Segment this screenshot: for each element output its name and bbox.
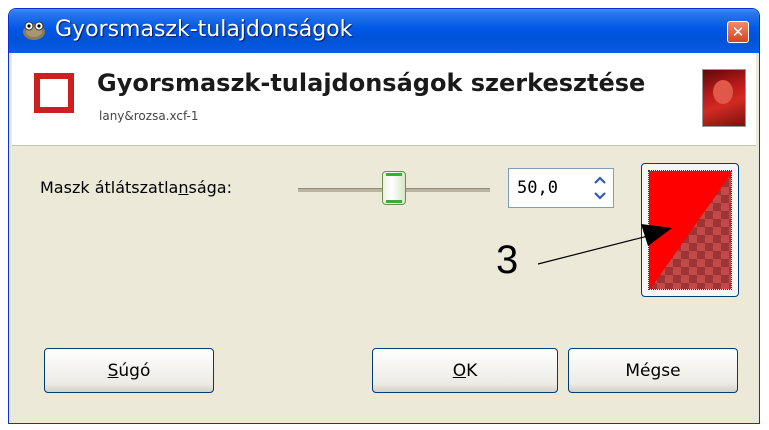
ok-button[interactable]: OK	[372, 348, 558, 393]
help-button[interactable]: Súgó	[44, 348, 214, 393]
cancel-button[interactable]: Mégse	[568, 348, 738, 393]
annotation-number: 3	[496, 238, 519, 282]
